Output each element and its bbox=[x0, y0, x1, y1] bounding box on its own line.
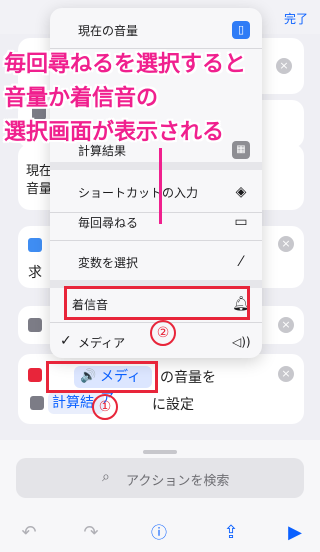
chat-bubble-icon bbox=[28, 238, 42, 252]
close-icon[interactable]: × bbox=[276, 58, 292, 74]
search-icon: ⌕ bbox=[102, 469, 110, 485]
magic-wand-icon: ⁄ bbox=[239, 254, 243, 270]
highlight-box-ringtone bbox=[64, 286, 250, 320]
phone-icon: ▯ bbox=[232, 21, 250, 39]
redo-icon[interactable]: ↷ bbox=[78, 520, 104, 546]
menu-item-label: 毎回尋ねる bbox=[78, 216, 139, 230]
action-search-field[interactable]: ⌕ アクションを検索 bbox=[16, 458, 304, 498]
sheet-grabber[interactable] bbox=[143, 450, 177, 454]
menu-item-current-volume[interactable]: 現在の音量 ▯ bbox=[50, 12, 262, 48]
speaker-icon bbox=[28, 368, 42, 382]
calculator-icon: ▦ bbox=[232, 141, 250, 159]
menu-item-label: 現在の音量 bbox=[78, 24, 139, 38]
card-text: 求 bbox=[28, 265, 42, 281]
done-button[interactable]: 完了 bbox=[284, 10, 308, 27]
divider bbox=[50, 48, 262, 49]
annotation-line-2: 音量か着信音の bbox=[4, 86, 159, 111]
close-icon[interactable]: × bbox=[278, 366, 294, 382]
close-icon[interactable]: × bbox=[278, 317, 294, 333]
menu-item-select-variable[interactable]: 変数を選択 ⁄ bbox=[50, 244, 262, 280]
calculator-icon bbox=[30, 396, 44, 410]
speaker-icon: ◁)) bbox=[232, 335, 251, 349]
search-placeholder: アクションを検索 bbox=[126, 474, 230, 489]
annotation-pointer-line bbox=[159, 148, 162, 224]
annotation-line-3: 選択画面が表示される bbox=[4, 120, 225, 145]
share-icon[interactable]: ⇪ bbox=[218, 520, 244, 546]
highlight-box-media bbox=[46, 361, 158, 393]
chat-bubble-icon: ▭ bbox=[234, 214, 248, 230]
annotation-line-1: 毎回尋ねるを選択すると bbox=[4, 52, 247, 77]
calculator-icon bbox=[28, 318, 42, 332]
card-text: 現在 bbox=[26, 164, 53, 179]
divider bbox=[50, 162, 262, 170]
menu-item-label: メディア bbox=[78, 336, 126, 350]
menu-item-label: 変数を選択 bbox=[78, 256, 139, 270]
layers-icon: ◈ bbox=[235, 184, 247, 200]
step-1-marker: ① bbox=[92, 394, 118, 420]
divider bbox=[50, 240, 262, 241]
card-text: 音量 bbox=[26, 182, 53, 197]
undo-icon[interactable]: ↶ bbox=[16, 520, 42, 546]
info-icon[interactable]: ⓘ bbox=[146, 520, 172, 546]
action-text: の音量を bbox=[160, 370, 216, 386]
close-icon[interactable]: × bbox=[278, 236, 294, 252]
menu-item-ask-each-time[interactable]: 毎回尋ねる ▭ bbox=[50, 204, 262, 240]
calc-token-label: 計算結 bbox=[52, 395, 94, 411]
step-2-marker: ② bbox=[150, 320, 176, 346]
play-icon[interactable]: ▶ bbox=[282, 520, 308, 546]
action-text: に設定 bbox=[152, 397, 194, 413]
checkmark-icon: ✓ bbox=[60, 333, 72, 349]
menu-item-label: ショートカットの入力 bbox=[78, 186, 199, 200]
